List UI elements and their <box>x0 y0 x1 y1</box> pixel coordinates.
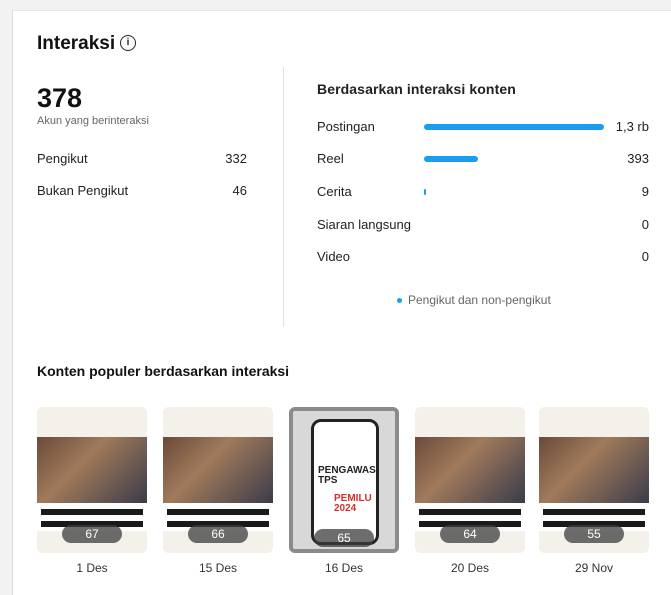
followers-label: Pengikut <box>37 151 88 166</box>
total-accounts-label: Akun yang berinteraksi <box>37 115 149 127</box>
breakdown-label: Siaran langsung <box>317 217 411 232</box>
divider <box>283 67 284 327</box>
total-accounts-value: 378 <box>37 83 83 113</box>
breakdown-row-reels: Reel 393 <box>317 151 649 169</box>
followers-value: 332 <box>225 151 247 166</box>
content-date: 29 Nov <box>574 561 614 575</box>
breakdown-row-posts: Postingan 1,3 rb <box>317 119 649 137</box>
breakdown-value: 0 <box>641 249 649 264</box>
info-icon[interactable]: i <box>120 35 136 51</box>
thumbnail-image: 67 <box>37 407 147 553</box>
legend: Pengikut dan non-pengikut <box>397 293 551 307</box>
breakdown-label: Postingan <box>317 119 375 134</box>
thumbnail-image: 55 <box>539 407 649 553</box>
breakdown-label: Video <box>317 249 351 264</box>
thumbnail-text: PEMILU 2024 <box>334 493 372 514</box>
interaction-card: Interaksi i 378 Akun yang berinteraksi P… <box>12 10 671 595</box>
thumbnail-image: PENGAWAS TPS PEMILU 2024 65 <box>289 407 399 553</box>
breakdown-bar <box>424 124 604 130</box>
content-date: 20 Des <box>450 561 490 575</box>
interaction-count: 55 <box>564 525 624 543</box>
breakdown-row-live: Siaran langsung 0 <box>317 217 649 235</box>
interaction-count: 67 <box>62 525 122 543</box>
breakdown-value: 0 <box>641 217 649 232</box>
content-date: 16 Des <box>324 561 364 575</box>
thumbnail-image: 64 <box>415 407 525 553</box>
breakdown-row-video: Video 0 <box>317 249 649 267</box>
content-thumbnail[interactable]: 64 20 Des <box>415 407 525 575</box>
breakdown-value: 393 <box>627 151 649 166</box>
breakdown-bar <box>424 156 478 162</box>
breakdown-value: 9 <box>641 184 649 199</box>
page-title: Interaksi <box>37 33 116 54</box>
content-thumbnail[interactable]: 66 15 Des <box>163 407 273 575</box>
content-date: 15 Des <box>198 561 238 575</box>
breakdown-row-stories: Cerita 9 <box>317 184 649 202</box>
popular-content-list: 67 1 Des 66 15 Des PENGAWAS TPS PEMILU 2… <box>37 407 649 587</box>
thumbnail-image: 66 <box>163 407 273 553</box>
content-date: 1 Des <box>76 561 108 575</box>
content-thumbnail[interactable]: 67 1 Des <box>37 407 147 575</box>
non-followers-label: Bukan Pengikut <box>37 183 129 198</box>
breakdown-title: Berdasarkan interaksi konten <box>317 81 516 97</box>
legend-dot <box>397 298 402 304</box>
phone-illustration: PENGAWAS TPS PEMILU 2024 <box>311 419 379 545</box>
legend-label: Pengikut dan non-pengikut <box>408 293 551 307</box>
content-thumbnail[interactable]: 55 29 Nov <box>539 407 649 575</box>
followers-row: Pengikut 332 <box>37 151 247 166</box>
breakdown-label: Reel <box>317 151 344 166</box>
non-followers-row: Bukan Pengikut 46 <box>37 183 247 198</box>
interaction-count: 66 <box>188 525 248 543</box>
breakdown-bar <box>424 189 426 195</box>
thumbnail-text: PENGAWAS TPS <box>318 465 376 486</box>
breakdown-label: Cerita <box>317 184 352 199</box>
content-thumbnail-selected[interactable]: PENGAWAS TPS PEMILU 2024 65 16 Des <box>289 407 399 575</box>
non-followers-value: 46 <box>232 183 247 198</box>
breakdown-value: 1,3 rb <box>615 119 649 134</box>
popular-content-title: Konten populer berdasarkan interaksi <box>37 363 290 379</box>
interaction-count: 64 <box>440 525 500 543</box>
interaction-count: 65 <box>314 529 374 547</box>
